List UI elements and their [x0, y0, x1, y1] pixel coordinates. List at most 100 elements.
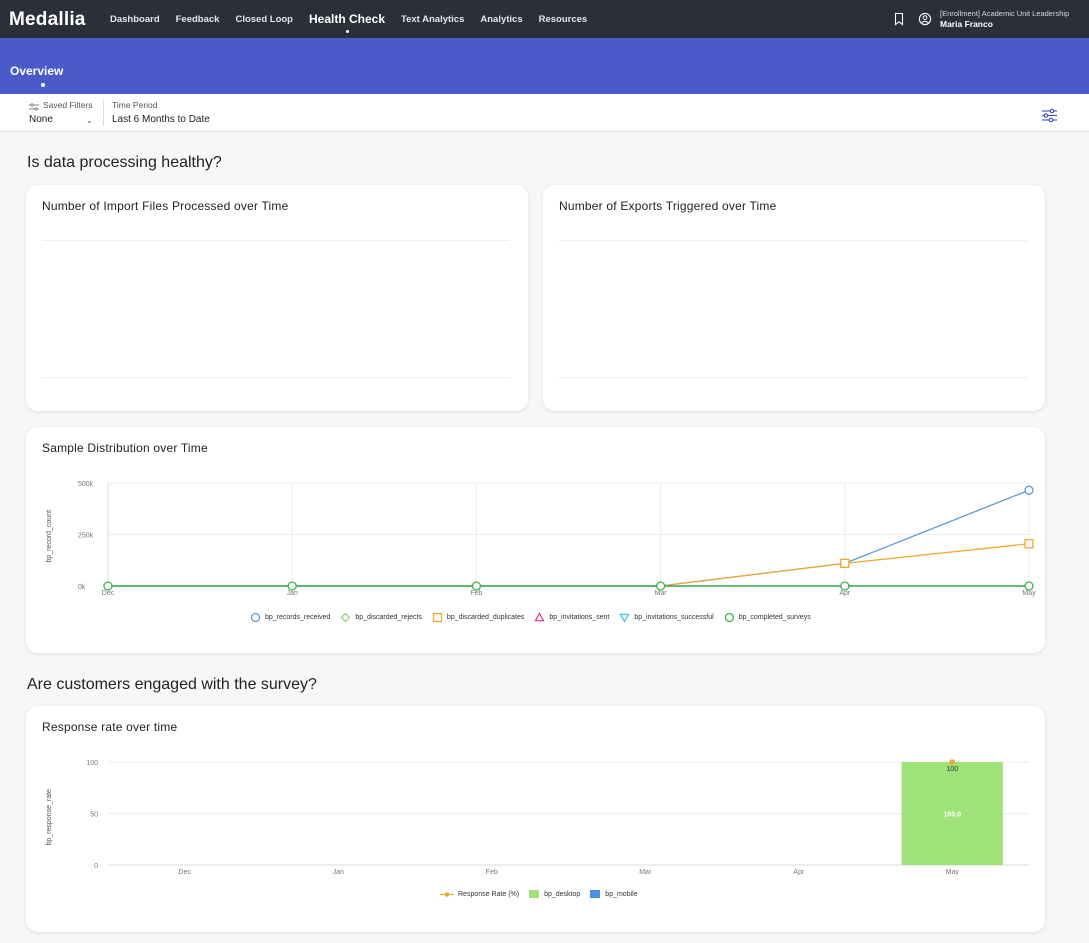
nav-text-analytics[interactable]: Text Analytics — [401, 0, 464, 38]
exports-empty-plot — [559, 240, 1027, 378]
legend-marker — [619, 613, 630, 623]
medallia-logo[interactable]: Medallia — [9, 9, 86, 31]
data-point-bp_completed_surveys — [655, 581, 666, 591]
response-chart-legend: Response Rate (%) bp_desktop bp_mobile — [440, 890, 648, 899]
user-role: [Enrollment] Academic Unit Leadership — [940, 9, 1070, 18]
x-tick-label: Apr — [793, 869, 805, 876]
legend-marker — [432, 612, 443, 623]
x-tick-label: Mar — [639, 869, 652, 876]
y-axis-label: bp_record_count — [46, 510, 53, 563]
data-point-bp_completed_surveys — [471, 581, 482, 591]
legend-item[interactable]: bp_mobile — [590, 890, 638, 899]
x-tick-label: May — [1022, 590, 1036, 597]
imports-empty-plot — [42, 240, 510, 378]
x-tick-label: Jan — [287, 590, 298, 597]
legend-marker-icon — [619, 613, 630, 623]
data-point-response-rate — [949, 759, 956, 765]
series-line-bp_discarded_duplicates — [108, 543, 1030, 587]
legend-item[interactable]: bp_completed_surveys — [724, 612, 811, 623]
filter-bar: Saved Filters None ⌄ Time Period Last 6 … — [0, 94, 1089, 132]
legend-marker-icon — [724, 612, 734, 623]
data-point-bp_discarded_duplicates — [1024, 539, 1034, 549]
section-title-engagement: Are customers engaged with the survey? — [27, 676, 317, 693]
time-period-select[interactable]: Last 6 Months to Date — [112, 114, 210, 125]
nav-analytics[interactable]: Analytics — [480, 0, 522, 38]
section-title-processing: Is data processing healthy? — [27, 154, 222, 171]
x-tick-label: Apr — [839, 590, 851, 597]
imports-card-title: Number of Import Files Processed over Ti… — [42, 199, 289, 213]
bar-data-label: 100.0 — [943, 812, 961, 819]
data-point-bp_completed_surveys — [103, 581, 113, 591]
legend-item[interactable]: bp_records_received — [250, 612, 330, 623]
response-rate-chart: 0 50 100 bp_response_rate Dec Jan Feb Mar Apr May… — [46, 759, 1029, 876]
legend-label: Response Rate (%) — [458, 891, 520, 898]
legend-label: bp_invitations_sent — [549, 614, 610, 621]
legend-item[interactable]: bp_invitations_sent — [534, 612, 609, 623]
legend-marker-icon — [250, 612, 261, 623]
imports-card: Number of Import Files Processed over Ti… — [26, 185, 528, 411]
legend-label: bp_discarded_duplicates — [446, 614, 525, 621]
x-tick-label: Feb — [486, 869, 498, 876]
y-tick-label: 50 — [90, 812, 98, 819]
legend-marker-icon — [534, 612, 545, 622]
nav-health-check[interactable]: Health Check — [309, 0, 385, 38]
x-tick-label: Feb — [470, 590, 482, 597]
exports-card: Number of Exports Triggered over Time — [543, 185, 1045, 411]
legend-label: bp_invitations_successful — [634, 614, 714, 621]
legend-marker-icon — [432, 612, 443, 623]
y-tick-label: 500k — [78, 481, 94, 488]
legend-item[interactable]: Response Rate (%) — [440, 890, 519, 899]
nav-resources[interactable]: Resources — [539, 0, 588, 38]
legend-item[interactable]: bp_desktop — [529, 890, 580, 899]
exports-card-title: Number of Exports Triggered over Time — [559, 199, 777, 213]
legend-marker-icon — [529, 890, 540, 898]
data-point-bp_records_received — [1024, 485, 1034, 495]
series-line-bp_records_received — [108, 489, 1030, 587]
nav-closed-loop[interactable]: Closed Loop — [235, 0, 293, 38]
sample-distribution-chart: 0k 250k 500k bp_record_count Dec Jan Feb Mar Apr… — [46, 481, 1036, 597]
legend-item[interactable]: bp_discarded_rejects — [340, 612, 422, 623]
y-tick-label: 0k — [78, 584, 86, 591]
legend-marker — [250, 612, 261, 623]
user-name: Maria Franco — [940, 19, 993, 29]
legend-swatch — [590, 890, 601, 898]
sample-distribution-card: Sample Distribution over Time 0k 250k 500k… — [26, 427, 1045, 653]
filter-settings-icon[interactable] — [1041, 108, 1058, 128]
page-header-bar: Overview — [0, 38, 1089, 94]
saved-filters-select[interactable]: None — [29, 114, 53, 125]
legend-label: bp_discarded_rejects — [355, 614, 422, 621]
bookmark-icon[interactable] — [892, 12, 906, 26]
user-account-icon[interactable] — [918, 12, 932, 26]
user-info[interactable]: [Enrollment] Academic Unit Leadership Ma… — [940, 8, 1069, 30]
top-navigation-bar: Medallia Dashboard Feedback Closed Loop … — [0, 0, 1089, 38]
legend-label: bp_desktop — [544, 891, 581, 898]
data-point-bp_discarded_duplicates — [840, 558, 850, 568]
legend-marker — [341, 612, 351, 623]
legend-item[interactable]: bp_invitations_successful — [619, 612, 714, 623]
y-tick-label: 100 — [86, 760, 98, 767]
legend-label: bp_completed_surveys — [738, 614, 811, 621]
y-tick-label: 0 — [94, 863, 98, 870]
data-point-bp_completed_surveys — [287, 581, 297, 591]
legend-item[interactable]: bp_discarded_duplicates — [432, 612, 524, 623]
filter-divider — [103, 100, 104, 126]
saved-filters-label: Saved Filters — [43, 100, 93, 110]
legend-swatch — [529, 890, 540, 898]
x-tick-label: May — [946, 869, 960, 876]
response-rate-card: Response rate over time 0 50 100 bp_respons… — [26, 706, 1045, 932]
active-tab-indicator — [41, 83, 45, 87]
sample-chart-legend: bp_records_received bp_discarded_rejects b… — [250, 612, 821, 623]
nav-feedback[interactable]: Feedback — [176, 0, 220, 38]
data-point-bp_completed_surveys — [840, 581, 850, 591]
legend-marker-icon — [440, 892, 454, 897]
tab-overview[interactable]: Overview — [10, 64, 63, 78]
nav-dashboard[interactable]: Dashboard — [110, 0, 160, 38]
legend-label: bp_mobile — [605, 891, 638, 898]
y-tick-label: 250k — [78, 533, 94, 540]
line-data-label: 100 — [946, 766, 958, 773]
chevron-down-icon[interactable]: ⌄ — [86, 116, 93, 125]
legend-marker-icon — [341, 612, 351, 623]
x-tick-label: Mar — [655, 590, 668, 597]
legend-marker — [724, 612, 734, 623]
legend-marker-icon — [590, 890, 601, 898]
